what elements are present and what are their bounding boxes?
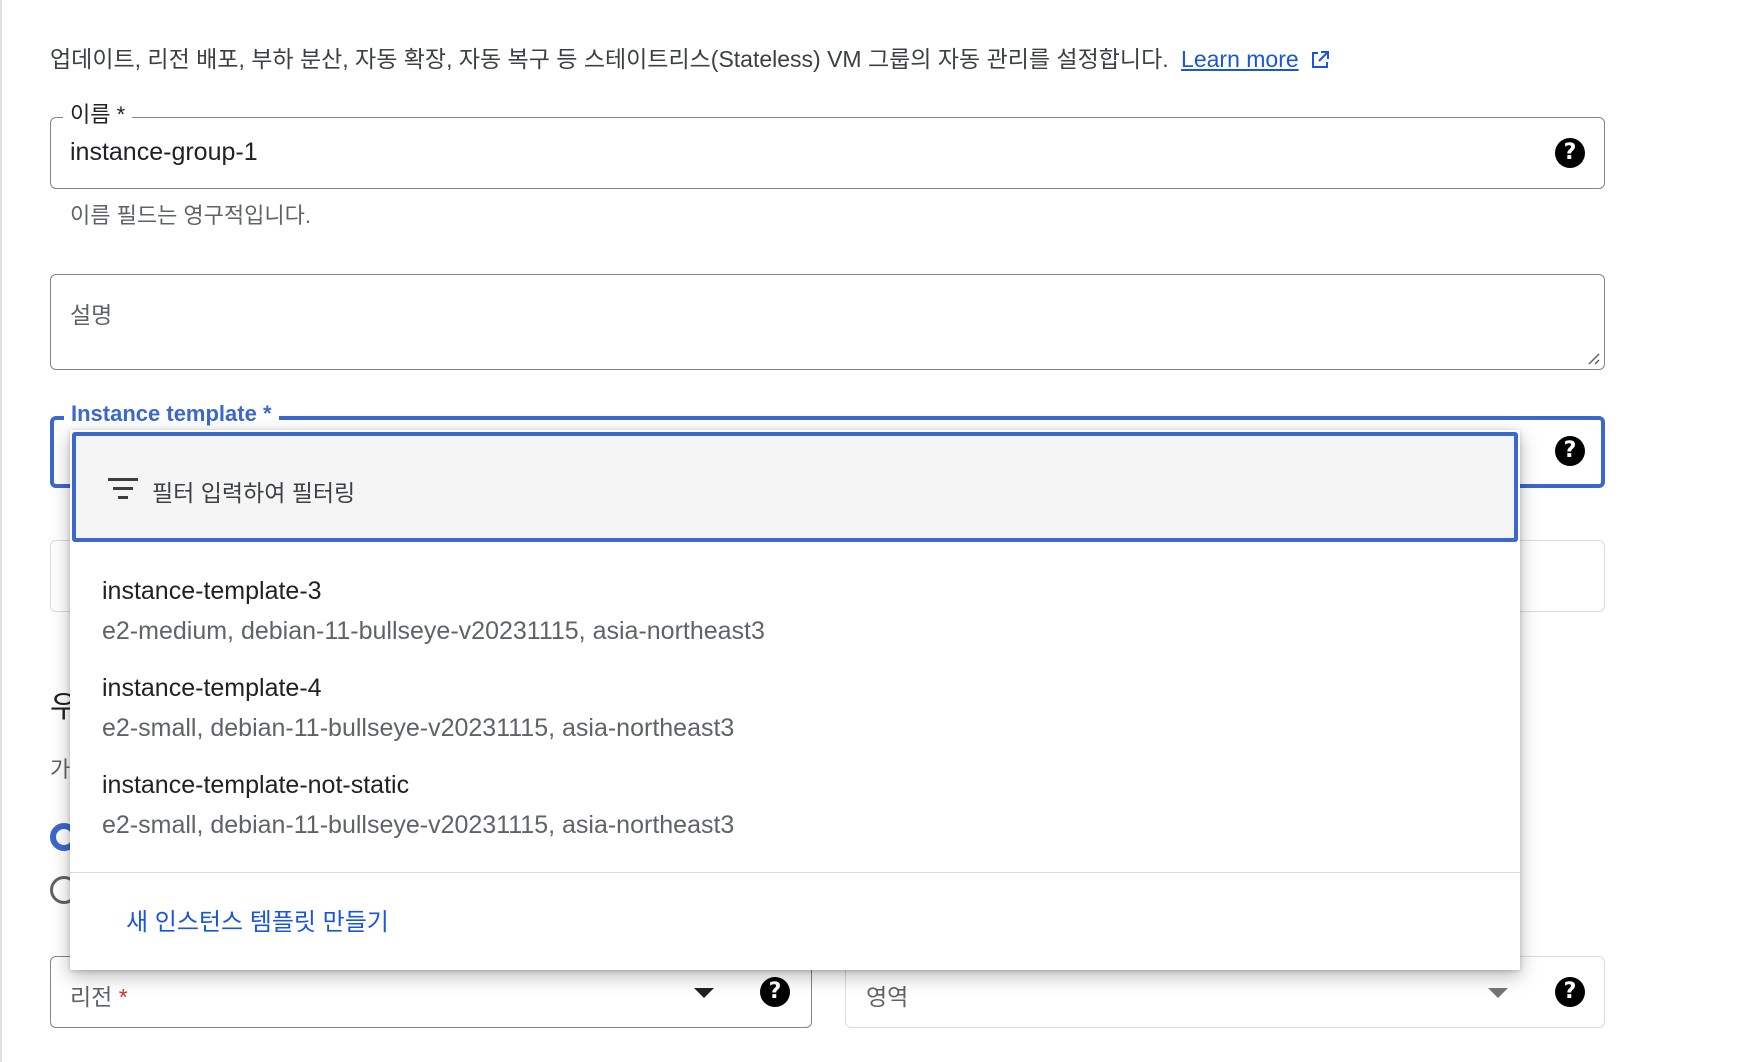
intro-description: 업데이트, 리전 배포, 부하 분산, 자동 확장, 자동 복구 등 스테이트리… — [50, 46, 1169, 72]
section-subtext-fragment: 가 — [50, 757, 71, 782]
instance-template-dropdown-menu: 필터 입력하여 필터링 instance-template-3 e2-mediu… — [70, 430, 1520, 970]
filter-icon — [108, 478, 138, 500]
create-instance-template-link[interactable]: 새 인스턴스 템플릿 만들기 — [126, 902, 389, 937]
option-subtitle: e2-medium, debian-11-bullseye-v20231115,… — [102, 617, 765, 645]
option-subtitle: e2-small, debian-11-bullseye-v20231115, … — [102, 811, 735, 839]
name-help-icon[interactable]: ? — [1555, 138, 1585, 168]
region-chevron-down-icon[interactable] — [694, 988, 714, 998]
menu-divider — [70, 872, 1520, 873]
name-field-hint: 이름 필드는 영구적입니다. — [70, 203, 311, 228]
region-label-text: 리전 — [70, 984, 113, 1010]
option-title: instance-template-4 — [102, 674, 322, 702]
template-help-icon[interactable]: ? — [1555, 436, 1585, 466]
option-title: instance-template-not-static — [102, 771, 410, 799]
name-input-value[interactable]: instance-group-1 — [70, 138, 258, 167]
zone-help-icon[interactable]: ? — [1555, 977, 1585, 1007]
filter-placeholder: 필터 입력하여 필터링 — [152, 480, 356, 506]
page-left-border — [0, 0, 2, 1062]
region-help-icon[interactable]: ? — [760, 977, 790, 1007]
dropdown-option[interactable]: instance-template-3 e2-medium, debian-11… — [102, 574, 765, 648]
instance-template-label: Instance template * — [64, 400, 279, 428]
zone-label: 영역 — [866, 984, 909, 1010]
option-subtitle: e2-small, debian-11-bullseye-v20231115, … — [102, 714, 735, 742]
filter-input[interactable]: 필터 입력하여 필터링 — [72, 432, 1518, 542]
intro-text-line: 업데이트, 리전 배포, 부하 분산, 자동 확장, 자동 복구 등 스테이트리… — [50, 40, 1330, 76]
region-required-mark: * — [118, 984, 128, 1010]
resize-handle-icon[interactable] — [1585, 350, 1601, 366]
description-placeholder: 설명 — [70, 302, 113, 328]
region-label: 리전 * — [70, 978, 128, 1012]
learn-more-link[interactable]: Learn more — [1181, 46, 1299, 72]
dropdown-option[interactable]: instance-template-4 e2-small, debian-11-… — [102, 671, 734, 745]
description-field[interactable] — [50, 274, 1605, 370]
option-title: instance-template-3 — [102, 577, 322, 605]
name-field-label: 이름 * — [63, 101, 133, 129]
name-field[interactable] — [50, 117, 1605, 189]
dropdown-option[interactable]: instance-template-not-static e2-small, d… — [102, 768, 734, 842]
zone-chevron-down-icon[interactable] — [1488, 988, 1508, 998]
external-link-icon[interactable] — [1310, 49, 1330, 76]
